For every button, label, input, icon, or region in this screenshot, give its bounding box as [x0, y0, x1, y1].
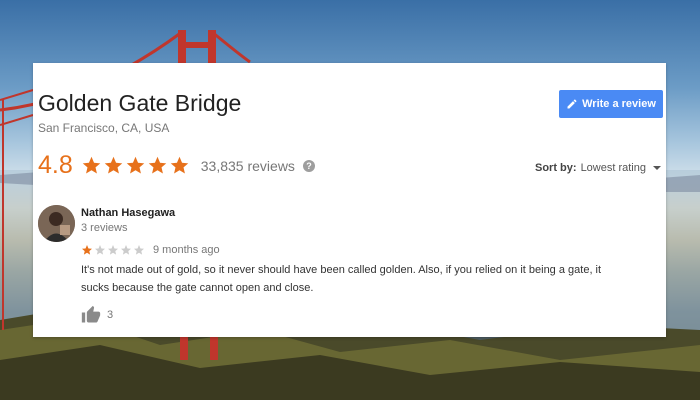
star-empty-icon: [108, 245, 118, 255]
thumbs-up-icon: [81, 305, 101, 323]
review-stars: [81, 244, 145, 256]
star-filled-icon: [82, 245, 92, 255]
pencil-icon: [567, 99, 577, 109]
avatar-photo: [38, 205, 75, 242]
write-review-button[interactable]: Write a review: [559, 90, 663, 118]
star-empty-icon: [134, 245, 144, 255]
review-meta: 9 months ago: [81, 244, 220, 256]
chevron-down-icon: [653, 166, 661, 170]
star-filled-icon: [104, 156, 123, 174]
review-text: It's not made out of gold, so it never s…: [81, 264, 602, 294]
place-location: San Francisco, CA, USA: [38, 121, 170, 135]
reviewer-review-count: 3 reviews: [81, 222, 128, 234]
like-count: 3: [107, 309, 114, 321]
sort-value: Lowest rating: [580, 162, 646, 174]
star-empty-icon: [121, 245, 131, 255]
sort-label: Sort by:: [535, 162, 577, 174]
star-filled-icon: [82, 156, 101, 174]
average-rating: 4.8: [38, 151, 73, 179]
avatar[interactable]: [38, 205, 75, 242]
rating-summary: 4.8 33,835 reviews ?: [38, 151, 315, 180]
like-button[interactable]: 3: [81, 305, 113, 325]
star-empty-icon: [95, 245, 105, 255]
star-filled-icon: [148, 156, 167, 174]
star-filled-icon: [126, 156, 145, 174]
write-review-label: Write a review: [582, 98, 656, 110]
place-review-card: Golden Gate Bridge San Francisco, CA, US…: [33, 63, 666, 337]
review-date: 9 months ago: [153, 244, 220, 256]
review-count[interactable]: 33,835 reviews: [201, 158, 295, 174]
rating-stars: [81, 155, 190, 176]
sort-dropdown[interactable]: Sort by: Lowest rating: [535, 162, 661, 174]
place-title: Golden Gate Bridge: [38, 90, 242, 116]
reviewer-name[interactable]: Nathan Hasegawa: [81, 207, 175, 219]
help-icon[interactable]: ?: [302, 159, 315, 172]
star-filled-icon: [170, 156, 189, 174]
